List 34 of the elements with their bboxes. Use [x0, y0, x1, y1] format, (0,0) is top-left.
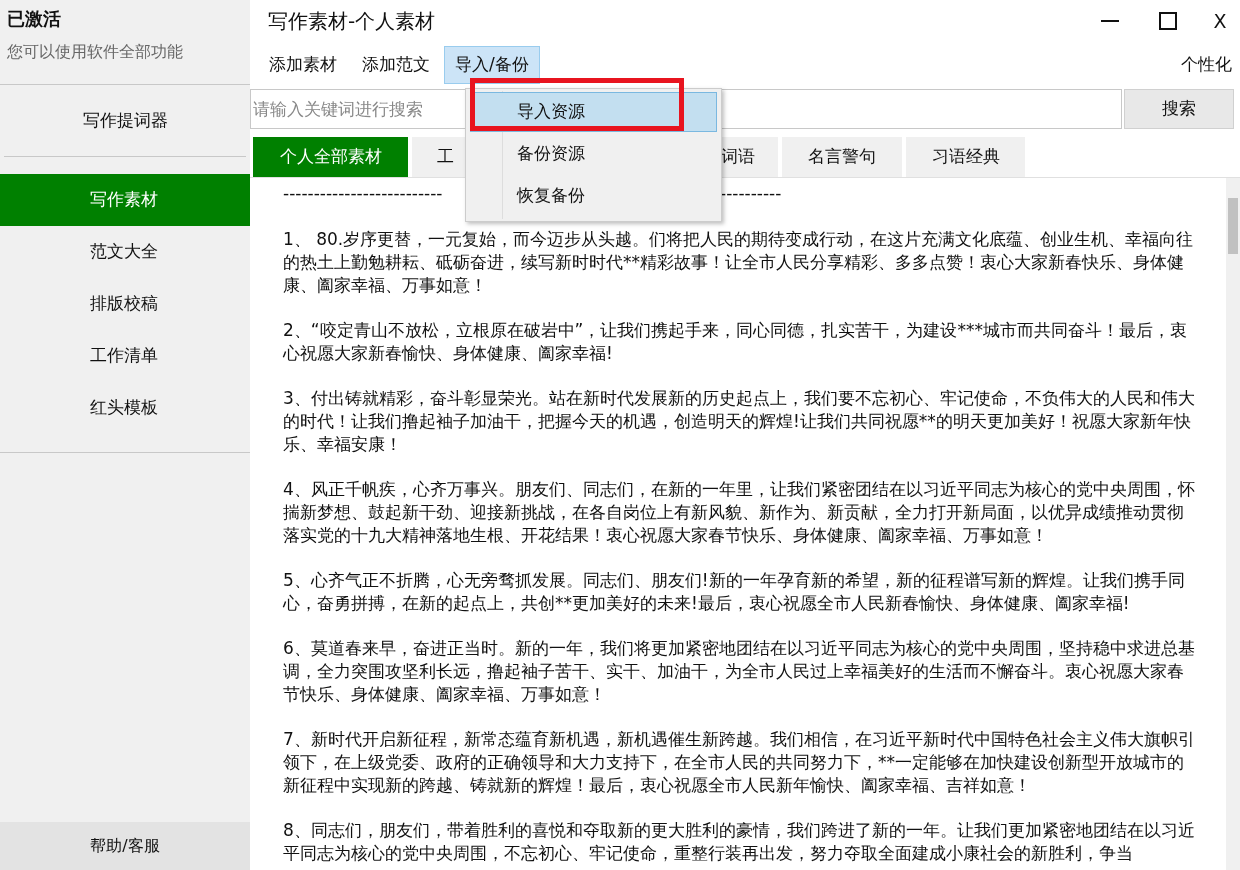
window-title: 写作素材-个人素材	[267, 8, 437, 35]
material-paragraph: 7、新时代开启新征程，新常态蕴育新机遇，新机遇催生新跨越。我们相信，在习近平新时代中国特色社会主义伟大旗帜引领下，在上级党委、政府的正确领导和大力支持下，在全市人民的共同努力下，**一定能够在加快建设创新型开放城市的新征程中实现新的跨越、铸就新的辉煌！最后，衷心祝愿全市人民新年愉快、阖家幸福、吉祥如意！	[283, 728, 1196, 797]
category-tab[interactable]: 名言警句	[782, 137, 902, 177]
material-paragraph: 1、 80.岁序更替，一元复始，而今迈步从头越。们将把人民的期待变成行动，在这片充满文化底蕴、创业生机、幸福向往的热土上勤勉耕耘、砥砺奋进，续写新时时代**精彩故事！让全市人民分享精彩、多多点赞！衷心大家新春快乐、身体健康、阖家幸福、万事如意！	[283, 228, 1195, 297]
sidebar-tool-item[interactable]: 写作提词器	[82, 107, 168, 134]
category-tab[interactable]: 个人全部素材	[253, 137, 408, 177]
activation-note: 您可以使用软件全部功能	[7, 41, 184, 63]
material-paragraph: 4、风正千帆疾，心齐万事兴。朋友们、同志们，在新的一年里，让我们紧密团结在以习近平同志为核心的党中央周围，怀揣新梦想、鼓起新干劲、迎接新挑战，在各自岗位上有新风貌、新作为、新贡献，全力打开新局面，以优异成绩推动贯彻落实党的十九大精神落地生根、开花结果！衷心祝愿大家春节快乐、身体健康、阖家幸福、万事如意！	[283, 478, 1196, 547]
minimize-icon	[1101, 20, 1119, 22]
scrollbar[interactable]	[1226, 178, 1240, 870]
sidebar-item[interactable]: 工作清单	[0, 330, 250, 382]
menu-item[interactable]: 添加范文	[351, 46, 441, 84]
material-paragraph: 6、莫道春来早，奋进正当时。新的一年，我们将更加紧密地团结在以习近平同志为核心的党中央周围，坚持稳中求进总基调，全力突围攻坚利长远，撸起袖子苦干、实干、加油干，为全市人民过上幸福美好的生活而不懈奋斗。衷心祝愿大家春节快乐、身体健康、阖家幸福、万事如意！	[283, 637, 1196, 706]
dropdown-item[interactable]: 备份资源	[470, 134, 717, 174]
sidebar-item[interactable]: 红头模板	[0, 382, 250, 434]
sidebar-item[interactable]: 排版校稿	[0, 278, 250, 330]
sidebar-item[interactable]: 写作素材	[0, 174, 250, 226]
material-paragraph: 2、“咬定青山不放松，立根原在破岩中”，让我们携起手来，同心同德，扎实苦干，为建设***城市而共同奋斗！最后，衷心祝愿大家新春愉快、身体健康、阖家幸福!	[283, 319, 1188, 365]
scrollbar-thumb[interactable]	[1228, 198, 1238, 254]
activation-status: 已激活	[7, 7, 62, 31]
maximize-icon	[1159, 12, 1177, 30]
menu-item[interactable]: 添加素材	[258, 46, 348, 84]
sidebar-item[interactable]: 范文大全	[0, 226, 250, 278]
help-button[interactable]: 帮助/客服	[0, 822, 250, 870]
material-paragraph: 8、同志们，朋友们，带着胜利的喜悦和夺取新的更大胜利的豪情，我们跨进了新的一年。让我们更加紧密地团结在以习近平同志为核心的党中央周围，不忘初心、牢记使命，重整行装再出发，努力夺取全面建成小康社会的新胜利，争当	[283, 819, 1196, 865]
personalize-menu[interactable]: 个性化	[1181, 52, 1232, 78]
close-button[interactable]: X	[1200, 6, 1240, 36]
category-tab[interactable]: 习语经典	[906, 137, 1025, 177]
material-paragraph: 3、付出铸就精彩，奋斗彰显荣光。站在新时代发展新的历史起点上，我们要不忘初心、牢记使命，不负伟大的人民和伟大的时代！让我们撸起袖子加油干，把握今天的机遇，创造明天的辉煌!让我们共同祝愿**的明天更加美好！祝愿大家新年快乐、幸福安康！	[283, 387, 1196, 456]
search-button[interactable]: 搜索	[1124, 89, 1234, 129]
dropdown-item[interactable]: 恢复备份	[470, 176, 717, 216]
material-paragraph: 5、心齐气正不折腾，心无旁骛抓发展。同志们、朋友们!新的一年孕育新的希望，新的征程谱写新的辉煌。让我们携手同心，奋勇拼搏，在新的起点上，共创**更加美好的未来!最后，衷心祝愿全市人民新春愉快、身体健康、阖家幸福!	[283, 569, 1186, 615]
dash-separator: ----------	[720, 182, 782, 205]
dash-separator: --------------------------	[283, 183, 443, 203]
